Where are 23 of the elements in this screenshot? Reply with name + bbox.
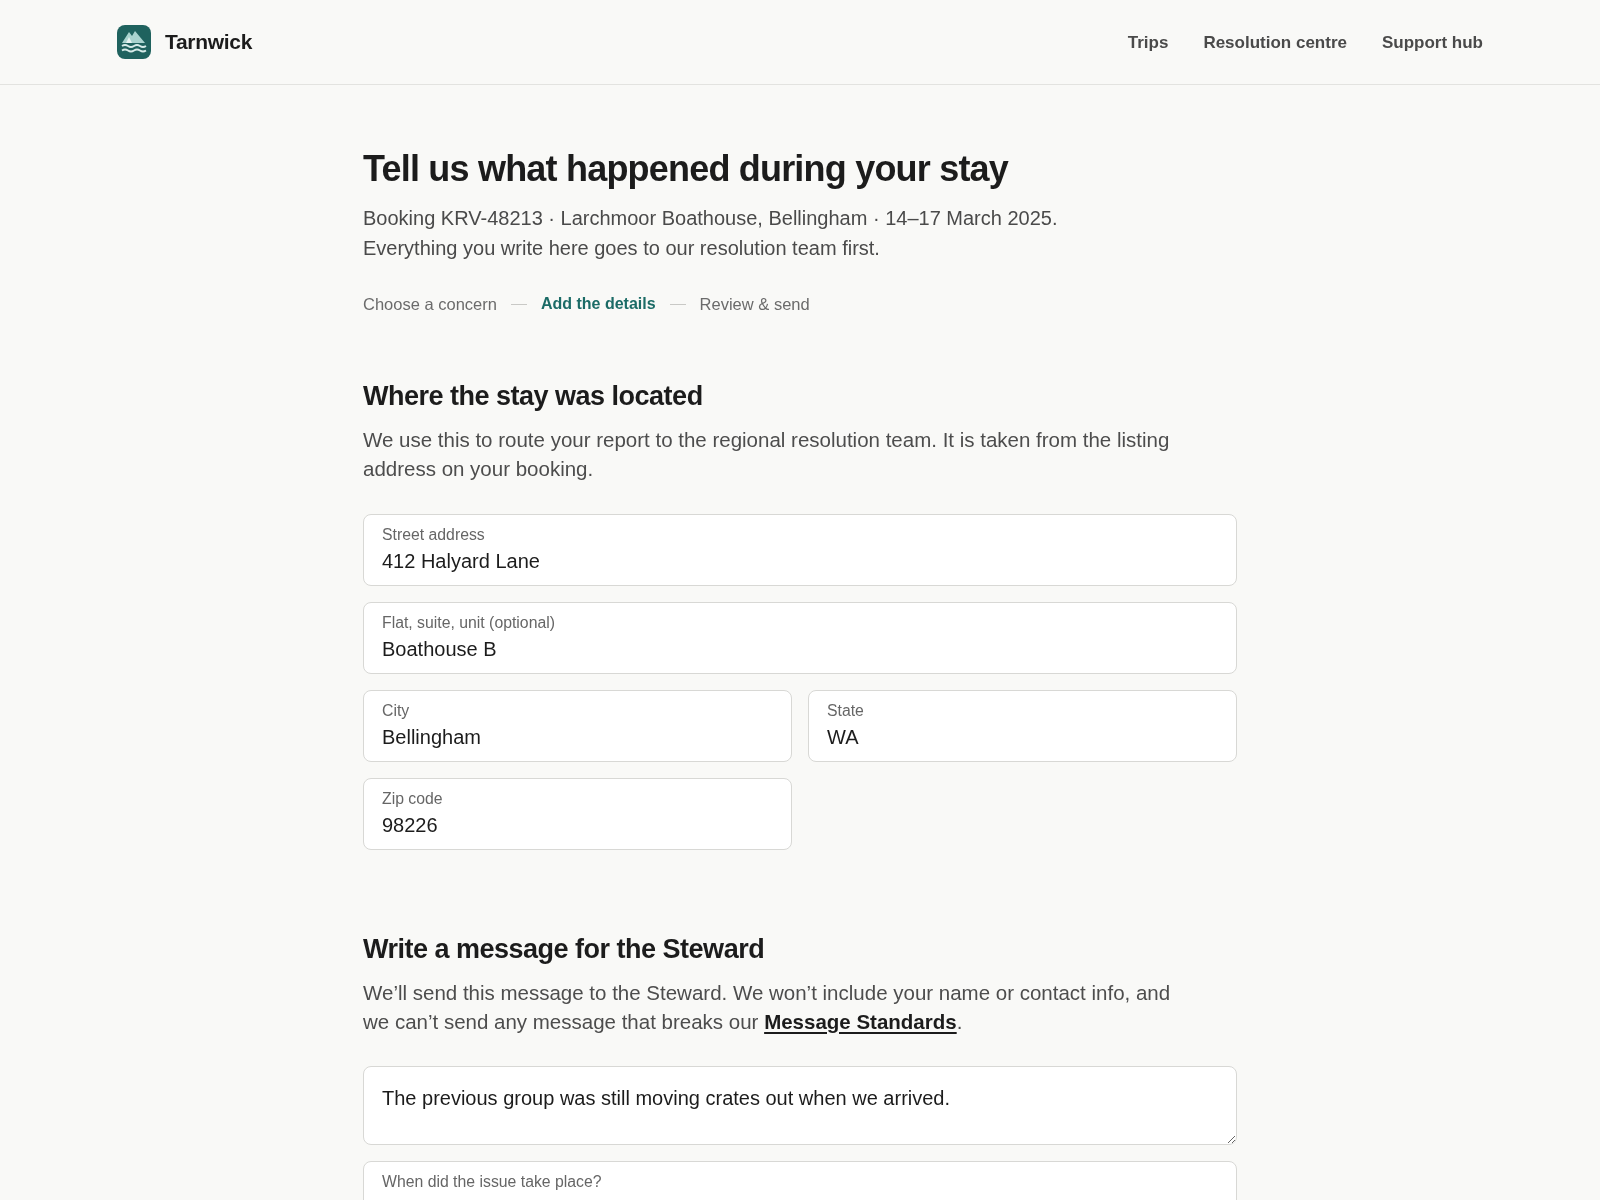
step-label: Review & send bbox=[699, 294, 810, 314]
message-standards-link[interactable]: Message Standards bbox=[764, 1009, 957, 1033]
subtitle-text: Everything you write here goes to our resolution team first. bbox=[363, 236, 881, 261]
street-address-field[interactable]: Street address 412 Halyard Lane bbox=[363, 514, 1237, 586]
subtitle-text: Booking KRV-48213 · Larchmoor Boathouse, Bellingham · 14–17 March 2025. bbox=[363, 206, 1059, 231]
zip-code-field[interactable]: Zip code 98226 bbox=[363, 778, 792, 850]
section-heading: Write a message for the Steward bbox=[363, 933, 766, 966]
page-title: Tell us what happened during your stay bbox=[363, 147, 1010, 191]
step-label: Add the details bbox=[540, 294, 656, 314]
message-textarea[interactable]: The previous group was still moving crates out when we arrived. bbox=[363, 1066, 1237, 1145]
brand-name[interactable]: Tarnwick bbox=[165, 29, 253, 54]
unit-field[interactable]: Flat, suite, unit (optional) Boathouse B bbox=[363, 602, 1237, 674]
issue-date-select[interactable]: When did the issue take place? bbox=[363, 1161, 1237, 1200]
state-field[interactable]: State WA bbox=[808, 690, 1237, 762]
nav-link[interactable]: Trips bbox=[1127, 33, 1169, 53]
section-description: We’ll send this message to the Steward. We won’t include your name or contact info, and we can’t send any message that breaks our Message Standards. bbox=[363, 980, 1172, 1035]
nav-link[interactable]: Resolution centre bbox=[1203, 33, 1347, 53]
nav-link[interactable]: Support hub bbox=[1381, 33, 1483, 53]
section-description: We use this to route your report to the regional resolution team. It is taken from the listing address on your booking. bbox=[363, 427, 1171, 482]
section-heading: Where the stay was located bbox=[363, 380, 704, 413]
step-label: Choose a concern bbox=[363, 294, 497, 314]
city-field[interactable]: City Bellingham bbox=[363, 690, 792, 762]
mountain-logo-icon bbox=[117, 24, 151, 59]
